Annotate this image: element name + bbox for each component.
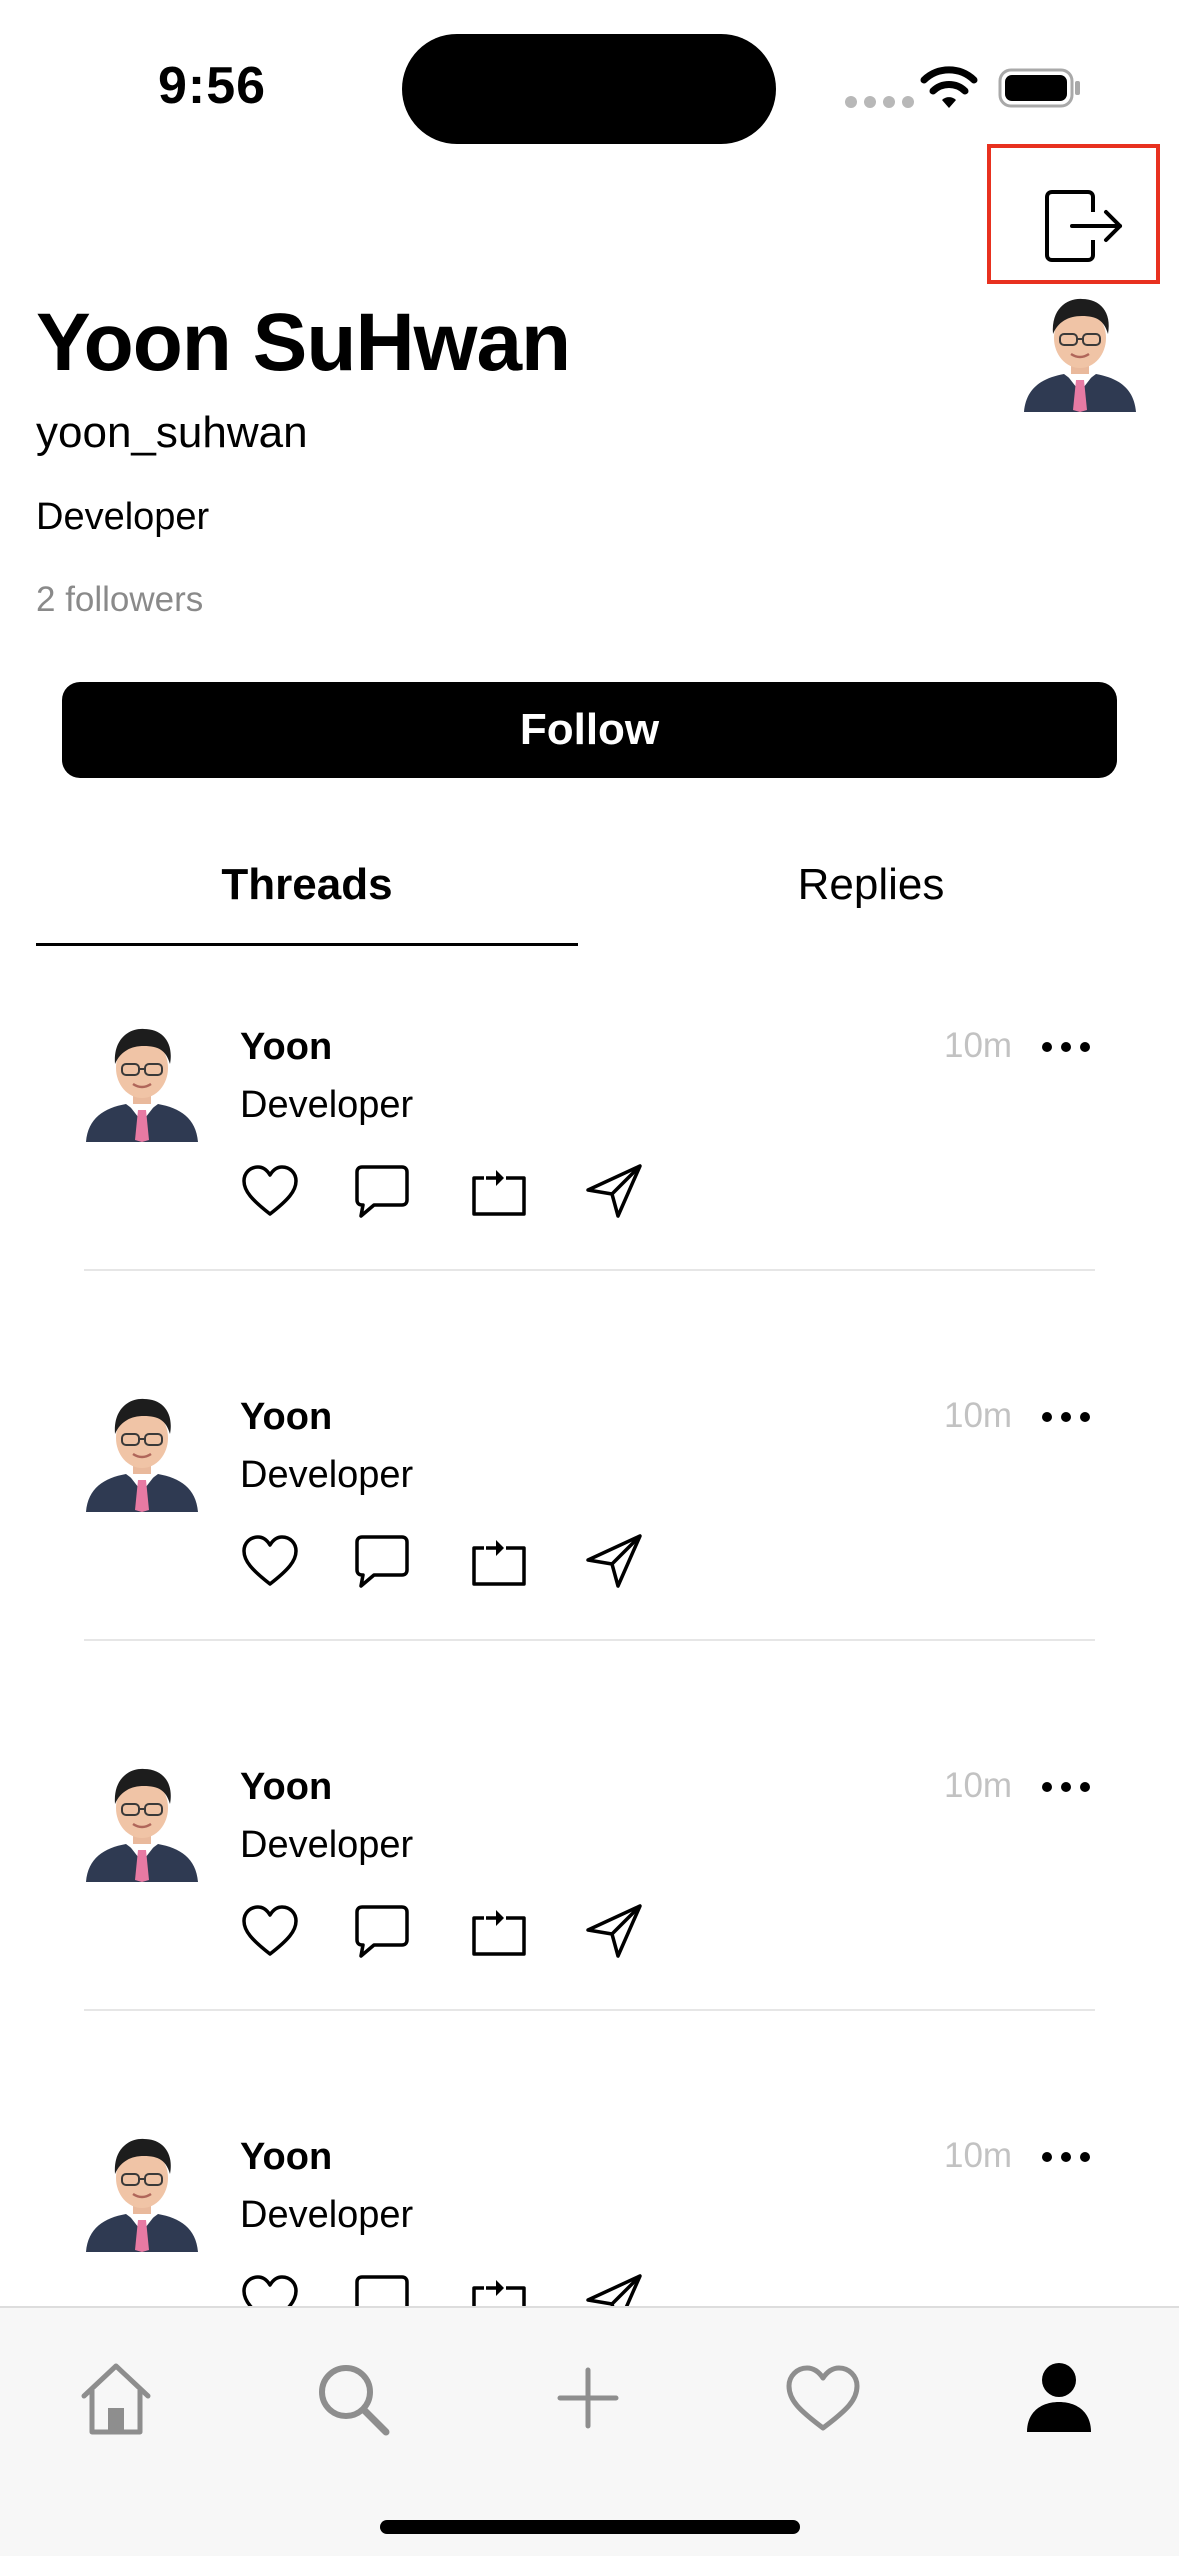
tab-replies[interactable]: Replies [578, 860, 1164, 946]
profile-avatar[interactable] [1024, 290, 1136, 412]
thread-item[interactable]: Yoon 10m Developer [0, 1340, 1179, 1710]
send-icon[interactable] [584, 1902, 644, 1960]
status-time: 9:56 [158, 57, 267, 115]
profile-handle: yoon_suhwan [36, 408, 308, 457]
home-indicator [380, 2520, 800, 2534]
search-icon[interactable] [312, 2358, 392, 2438]
profile-name: Yoon SuHwan [36, 297, 571, 388]
wifi-icon [920, 66, 978, 108]
follow-button[interactable]: Follow [62, 682, 1117, 778]
battery-icon [998, 68, 1080, 108]
tab-bar [0, 2306, 1179, 2556]
thread-item[interactable]: Yoon 10m Developer [0, 970, 1179, 1340]
thread-avatar[interactable] [86, 1760, 198, 1882]
comment-icon[interactable] [352, 1532, 412, 1590]
home-icon[interactable] [76, 2358, 156, 2438]
logout-icon[interactable] [1042, 188, 1124, 264]
comment-icon[interactable] [352, 2272, 412, 2308]
divider [84, 1639, 1095, 1641]
profile-bio: Developer [36, 496, 210, 538]
signal-dots-icon [845, 96, 914, 108]
thread-avatar[interactable] [86, 1020, 198, 1142]
more-icon[interactable] [1040, 1040, 1092, 1054]
divider [84, 2009, 1095, 2011]
comment-icon[interactable] [352, 1162, 412, 1220]
like-icon[interactable] [240, 1532, 300, 1590]
more-icon[interactable] [1040, 2150, 1092, 2164]
thread-author: Yoon [240, 2136, 333, 2178]
profile-icon[interactable] [1019, 2358, 1099, 2438]
thread-text: Developer [240, 1084, 414, 1126]
comment-icon[interactable] [352, 1902, 412, 1960]
divider [84, 1269, 1095, 1271]
like-icon[interactable] [240, 2272, 300, 2308]
tab-threads[interactable]: Threads [36, 860, 578, 946]
compose-icon[interactable] [548, 2358, 628, 2438]
dynamic-island [402, 34, 776, 144]
thread-avatar[interactable] [86, 2130, 198, 2252]
thread-time: 10m [944, 1766, 1013, 1805]
thread-text: Developer [240, 1824, 414, 1866]
thread-text: Developer [240, 2194, 414, 2236]
thread-item[interactable]: Yoon 10m Developer [0, 2080, 1179, 2308]
thread-author: Yoon [240, 1026, 333, 1068]
thread-author: Yoon [240, 1396, 333, 1438]
send-icon[interactable] [584, 1162, 644, 1220]
followers-count[interactable]: 2 followers [36, 580, 203, 620]
thread-author: Yoon [240, 1766, 333, 1808]
repost-icon[interactable] [468, 2272, 528, 2308]
send-icon[interactable] [584, 1532, 644, 1590]
thread-item[interactable]: Yoon 10m Developer [0, 1710, 1179, 2080]
activity-icon[interactable] [783, 2358, 863, 2438]
thread-avatar[interactable] [86, 1390, 198, 1512]
repost-icon[interactable] [468, 1532, 528, 1590]
thread-time: 10m [944, 1026, 1013, 1065]
thread-time: 10m [944, 1396, 1013, 1435]
thread-time: 10m [944, 2136, 1013, 2175]
repost-icon[interactable] [468, 1902, 528, 1960]
repost-icon[interactable] [468, 1162, 528, 1220]
send-icon[interactable] [584, 2272, 644, 2308]
thread-text: Developer [240, 1454, 414, 1496]
more-icon[interactable] [1040, 1410, 1092, 1424]
more-icon[interactable] [1040, 1780, 1092, 1794]
like-icon[interactable] [240, 1162, 300, 1220]
like-icon[interactable] [240, 1902, 300, 1960]
thread-list: Yoon 10m Developer Yoon 10m Developer Yo… [0, 970, 1179, 2308]
